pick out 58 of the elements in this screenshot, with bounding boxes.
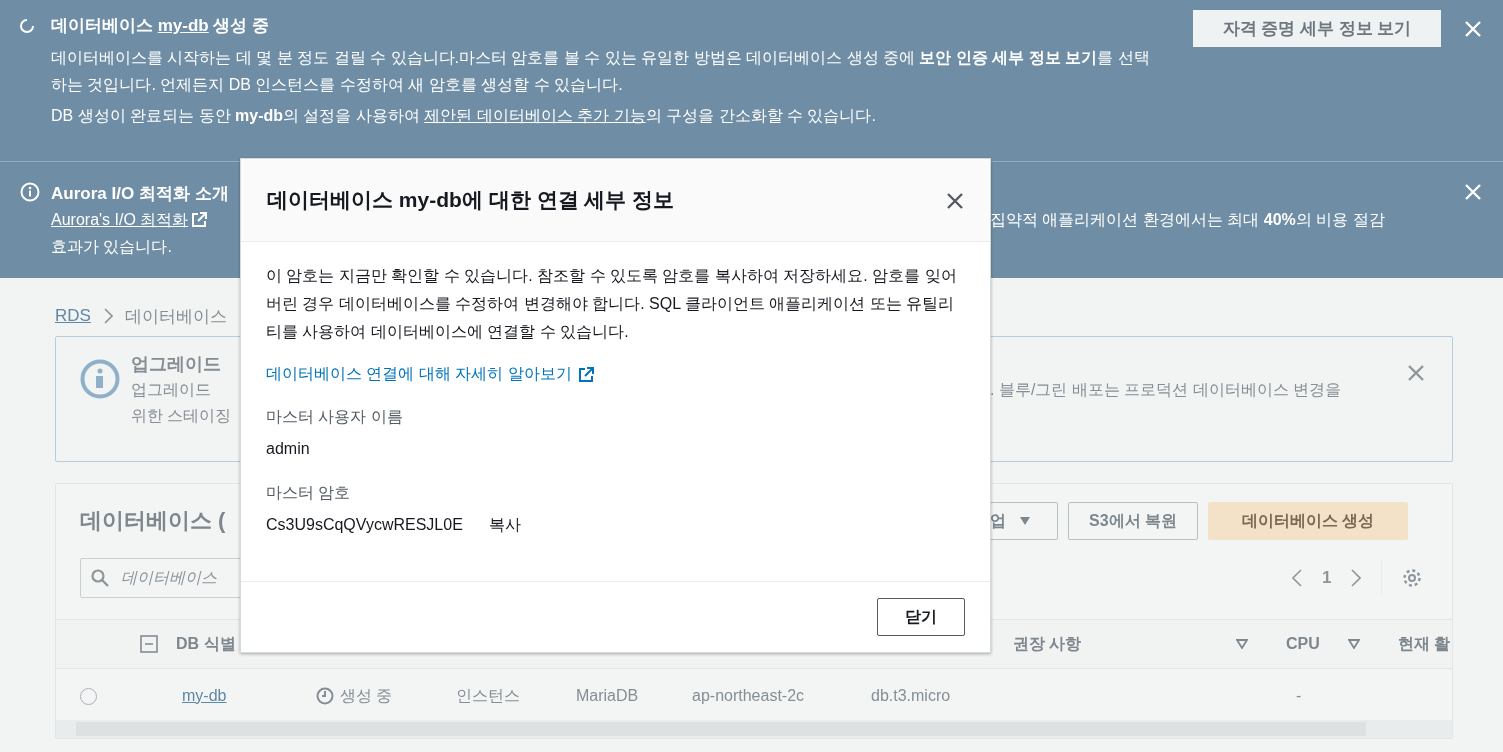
status-text: 생성 중 [340, 685, 393, 706]
external-link-icon [577, 366, 594, 383]
copy-button[interactable]: 복사 [488, 514, 521, 536]
field-label: 마스터 사용자 이름 [266, 407, 404, 427]
table-cell: - [1296, 687, 1302, 705]
table-cell: MariaDB [576, 687, 639, 705]
notification-text: 효과가 있습니다. [51, 237, 173, 257]
database-link[interactable]: my-db [157, 16, 209, 35]
external-link-icon [191, 211, 208, 228]
info-icon [20, 182, 40, 202]
page-number[interactable]: 1 [1322, 568, 1332, 588]
close-button[interactable]: 닫기 [877, 598, 965, 636]
chevron-right-icon [102, 308, 113, 324]
view-credentials-button[interactable]: 자격 증명 세부 정보 보기 [1193, 10, 1441, 47]
alert-text: . 블루/그린 배포는 프로덕션 데이터베이스 변경을 [990, 380, 1342, 400]
search-icon [91, 569, 109, 587]
notification-text: 집약적 애플리케이션 환경에서는 최대 40%의 비용 절감 [990, 210, 1386, 230]
table-cell: ap-northeast-2c [692, 687, 805, 705]
caret-down-icon [1020, 517, 1030, 525]
clock-icon [316, 687, 334, 705]
dialog-text: 이 암호는 지금만 확인할 수 있습니다. 참조할 수 있도록 암호를 복사하여 저장하세요. 암호를 잊어버린 경우 데이터베이스를 수정하여 변경해야 합니다. SQL 클라이언트 애플리케이션 또는 유틸리티를 사용하여 데이터베이스에 연결할 수 있습니다. [266, 266, 958, 342]
column-header[interactable]: CPU [1286, 635, 1320, 653]
dialog-title: 데이터베이스 my-db에 대한 연결 세부 정보 [267, 187, 675, 213]
breadcrumb-link[interactable]: RDS [55, 306, 91, 326]
learn-more-link[interactable]: 데이터베이스 연결에 대해 자세히 알아보기 [266, 364, 594, 385]
table-cell-text: 인스턴스 [456, 685, 520, 706]
checkbox[interactable] [140, 635, 158, 653]
panel-title: 데이터베이스 ( [80, 507, 226, 535]
close-icon[interactable] [945, 191, 965, 211]
info-icon [80, 359, 120, 399]
alert-title: 업그레이드 [131, 353, 221, 376]
close-icon[interactable] [1406, 363, 1426, 383]
column-header[interactable]: DB 식별 [176, 633, 236, 655]
notification-title: Aurora I/O 최적화 소개 [51, 183, 229, 205]
notification-text: 데이터베이스를 시작하는 데 몇 분 정도 걸릴 수 있습니다.마스터 암호를 볼 수 있는 유일한 방법은 데이터베이스 생성 중에 보안 인증 세부 정보 보기를 선택하는 것입니다. 언제든지 DB 인스턴스를 수정하여 새 암호를 생성할 수 있습니다. [51, 48, 1151, 95]
field-value: admin [266, 439, 310, 459]
column-header[interactable]: 권장 사항 [1013, 633, 1082, 655]
sort-icon[interactable] [1348, 639, 1360, 649]
addons-link[interactable]: 제안된 데이터베이스 추가 기능 [424, 107, 646, 124]
actions-button[interactable]: 업 [990, 502, 1058, 540]
database-link[interactable]: my-db [182, 687, 227, 705]
create-database-button[interactable]: 데이터베이스 생성 [1208, 502, 1408, 540]
spinner-icon [20, 19, 34, 33]
sort-icon[interactable] [1236, 639, 1248, 649]
io-optimized-link[interactable]: Aurora's I/O 최적화 [51, 206, 208, 233]
field-label: 마스터 암호 [266, 483, 352, 503]
restore-button[interactable]: S3에서 복원 [1068, 502, 1198, 540]
table-cell: db.t3.micro [871, 687, 951, 705]
notification-text: DB 생성이 완료되는 동안 my-db의 설정을 사용하여 제안된 데이터베이스 추가 기능의 구성을 간소화할 수 있습니다. [51, 106, 877, 126]
notification-title: 데이터베이스 my-db 생성 중 [51, 15, 270, 37]
previous-page-icon[interactable] [1292, 569, 1302, 587]
field-value: Cs3U9sCqQVycwRESJL0E [266, 515, 463, 535]
next-page-icon[interactable] [1351, 569, 1362, 587]
alert-text: 위한 스테이징 [131, 406, 232, 426]
breadcrumb-current: 데이터베이스 [124, 305, 227, 328]
column-header[interactable]: 현재 활 [1398, 633, 1451, 655]
settings-icon[interactable] [1402, 568, 1423, 588]
alert-text: 업그레이드 [131, 380, 211, 400]
